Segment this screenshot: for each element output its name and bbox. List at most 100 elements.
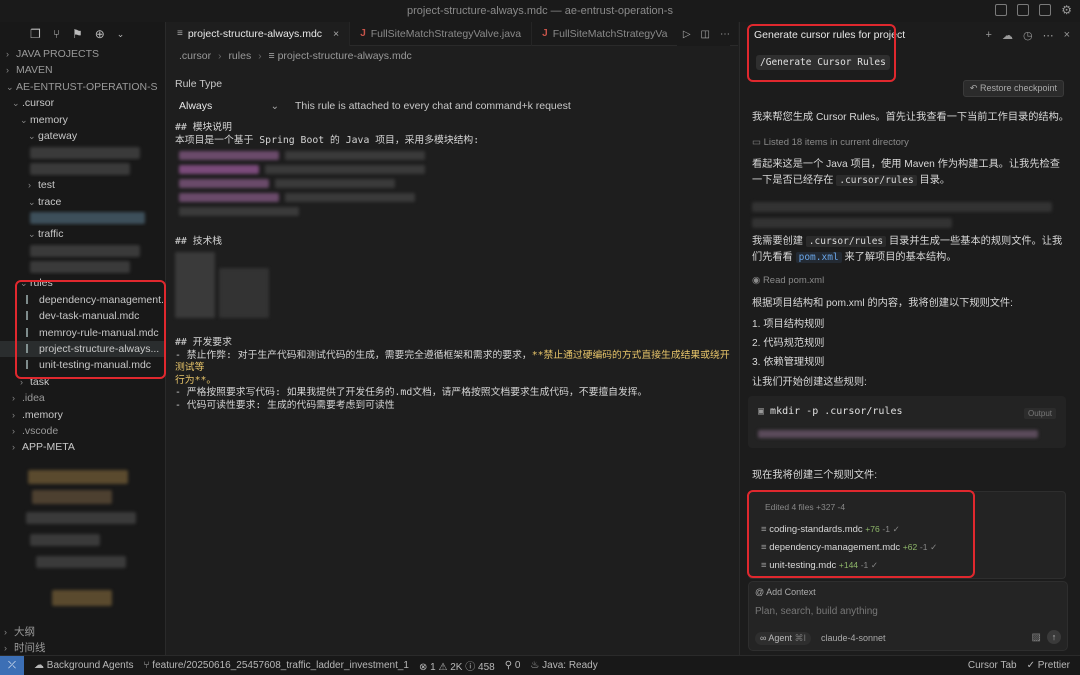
blurred-file[interactable]: [0, 210, 165, 226]
breadcrumb-cursor[interactable]: .cursor: [179, 50, 211, 62]
rule-file[interactable]: dev-task-manual.mdc: [0, 308, 165, 324]
section-outline[interactable]: › 大纲: [4, 624, 154, 640]
output-badge[interactable]: Output: [1023, 408, 1056, 419]
folder-cursor[interactable]: ⌄ .cursor: [0, 95, 165, 111]
chat-panel: Generate cursor rules for project + ☁ ◷ …: [739, 22, 1080, 655]
folder-memory-root[interactable]: › .memory: [0, 407, 165, 423]
breadcrumb: .cursor › rules › ≡ project-structure-al…: [179, 50, 412, 62]
branch-indicator[interactable]: ⑂ feature/20250616_25457608_traffic_ladd…: [144, 660, 409, 671]
section-root[interactable]: ⌄ AE-ENTRUST-OPERATION-S: [0, 79, 165, 95]
close-icon[interactable]: ×: [333, 22, 339, 46]
list-item: 2. 代码规范规则: [752, 338, 825, 349]
blurred-output: [758, 430, 1038, 438]
model-select[interactable]: claude-4-sonnet: [821, 633, 886, 643]
send-icon[interactable]: ↑: [1047, 630, 1061, 644]
edited-files-card[interactable]: Edited 4 files +327 -4 ≡ coding-standard…: [748, 491, 1066, 579]
remote-icon[interactable]: ⤫: [0, 655, 24, 675]
edited-file-row[interactable]: ≡ unit-testing.mdc +144 -1 ✓: [761, 560, 878, 571]
run-icon[interactable]: ▷: [683, 29, 691, 40]
toggle-secondary-sidebar-icon[interactable]: [1039, 4, 1052, 16]
extensions-icon[interactable]: ⊕: [95, 27, 105, 41]
folder-traffic[interactable]: ⌄ traffic: [0, 226, 165, 242]
chevron-down-icon[interactable]: ⌄: [117, 29, 125, 40]
command-pill: /Generate Cursor Rules: [756, 55, 890, 70]
image-icon[interactable]: ▨: [1032, 632, 1041, 643]
split-editor-icon[interactable]: ◫: [701, 29, 710, 40]
add-context-button[interactable]: @ Add Context: [755, 587, 816, 597]
section-timeline[interactable]: › 时间线: [4, 640, 154, 655]
breadcrumb-rules[interactable]: rules: [228, 50, 251, 62]
section-java-projects[interactable]: › JAVA PROJECTS: [0, 46, 165, 62]
folder-trace[interactable]: ⌄ trace: [0, 194, 165, 210]
chat-message: 现在我将创建三个规则文件:: [752, 470, 878, 481]
tab-java-1[interactable]: J FullSiteMatchStrategyValve.java: [350, 22, 533, 46]
chat-input[interactable]: Plan, search, build anything: [755, 606, 878, 617]
explorer-sidebar: ❐ ⑂ ⚑ ⊕ ⌄ › JAVA PROJECTS › MAVEN ⌄ AE-ENTR…: [0, 22, 166, 655]
toggle-sidebar-icon[interactable]: [995, 4, 1008, 16]
rule-file[interactable]: unit-testing-manual.mdc: [0, 357, 165, 373]
java-status[interactable]: ♨ Java: Ready: [530, 660, 597, 671]
prettier-status[interactable]: ✓ Prettier: [1027, 660, 1070, 671]
java-icon: ♨: [530, 660, 543, 671]
more-icon[interactable]: ⋯: [720, 29, 730, 40]
folder-test[interactable]: › test: [0, 177, 165, 193]
rule-type-select[interactable]: Always ⌄: [175, 96, 285, 116]
chat-title[interactable]: Generate cursor rules for project: [754, 29, 905, 41]
tab-project-structure[interactable]: ≡ project-structure-always.mdc ×: [167, 22, 351, 46]
pom-link[interactable]: pom.xml: [795, 251, 842, 263]
folder-app-meta[interactable]: › APP-META: [0, 439, 165, 455]
more-icon[interactable]: ⋯: [1043, 29, 1054, 42]
edited-header[interactable]: Edited 4 files +327 -4: [765, 502, 845, 512]
edited-file-row[interactable]: ≡ dependency-management.mdc +62 -1 ✓: [761, 542, 937, 553]
window-title: project-structure-always.mdc — ae-entrus…: [407, 5, 673, 17]
files-icon[interactable]: ❐: [30, 27, 41, 41]
tool-call-read[interactable]: ◉ Read pom.xml: [752, 275, 824, 286]
restore-checkpoint-button[interactable]: ↶ Restore checkpoint: [962, 80, 1064, 97]
edited-file-row[interactable]: ≡ coding-standards.mdc +76 -1 ✓: [761, 524, 900, 535]
tool-call-list[interactable]: ▭ Listed 18 items in current directory: [752, 137, 909, 148]
rule-content[interactable]: ## 模块说明 本项目是一个基于 Spring Boot 的 Java 项目，采…: [175, 122, 730, 413]
blurred-file[interactable]: [0, 243, 165, 259]
background-agents[interactable]: ☁ Background Agents: [34, 660, 134, 671]
rule-file[interactable]: memroy-rule-manual.mdc: [0, 325, 165, 341]
history-icon[interactable]: ◷: [1023, 29, 1033, 42]
source-control-icon[interactable]: ⑂: [53, 27, 60, 41]
problems-indicator[interactable]: ⊗ 1 ⚠ 2K ⓘ 458: [419, 658, 495, 673]
blurred-file[interactable]: [0, 161, 165, 177]
gear-icon[interactable]: ⚙: [1061, 4, 1072, 16]
cloud-icon[interactable]: ☁: [1002, 29, 1013, 42]
folder-vscode[interactable]: › .vscode: [0, 423, 165, 439]
warning-icon: ⚠: [438, 662, 451, 673]
bookmark-icon[interactable]: ⚑: [72, 27, 83, 41]
tab-bar: ≡ project-structure-always.mdc × J FullS…: [167, 22, 738, 46]
folder-gateway[interactable]: ⌄ gateway: [0, 128, 165, 144]
chat-message: 让我们开始创建这些规则:: [752, 377, 867, 388]
folder-idea[interactable]: › .idea: [0, 390, 165, 406]
blurred-line: [752, 218, 952, 228]
info-icon: ⓘ: [465, 662, 479, 673]
terminal-block[interactable]: ▣ mkdir -p .cursor/rules Output: [748, 396, 1066, 448]
folder-rules[interactable]: ⌄ rules: [0, 275, 165, 291]
editor-area: ≡ project-structure-always.mdc × J FullS…: [167, 22, 738, 655]
rule-file-active[interactable]: project-structure-always...: [0, 341, 165, 358]
heading-dev-requirements: ## 开发要求: [175, 336, 232, 348]
rule-file[interactable]: dependency-management...: [0, 292, 165, 308]
add-icon[interactable]: +: [986, 29, 992, 42]
chevron-down-icon: ⌄: [270, 100, 279, 112]
blurred-file[interactable]: [0, 144, 165, 160]
tab-java-2[interactable]: J FullSiteMatchStrategyVa: [532, 22, 677, 46]
folder-memory[interactable]: ⌄ memory: [0, 112, 165, 128]
check-icon: ✓: [870, 560, 879, 570]
agent-mode-select[interactable]: ∞ Agent ⌘I: [755, 632, 811, 645]
folder-task[interactable]: › task: [0, 374, 165, 390]
blurred-file[interactable]: [0, 259, 165, 275]
section-maven[interactable]: › MAVEN: [0, 62, 165, 78]
terminal-icon: ▣: [758, 406, 771, 417]
cursor-tab-status[interactable]: Cursor Tab: [968, 660, 1017, 671]
breadcrumb-file[interactable]: project-structure-always.mdc: [278, 50, 412, 62]
toggle-panel-icon[interactable]: [1017, 4, 1030, 16]
list-item: 3. 依赖管理规则: [752, 357, 825, 368]
ports-indicator[interactable]: ⚲ 0: [505, 660, 521, 671]
close-icon[interactable]: ×: [1064, 29, 1070, 42]
md-file-icon: [26, 294, 35, 304]
